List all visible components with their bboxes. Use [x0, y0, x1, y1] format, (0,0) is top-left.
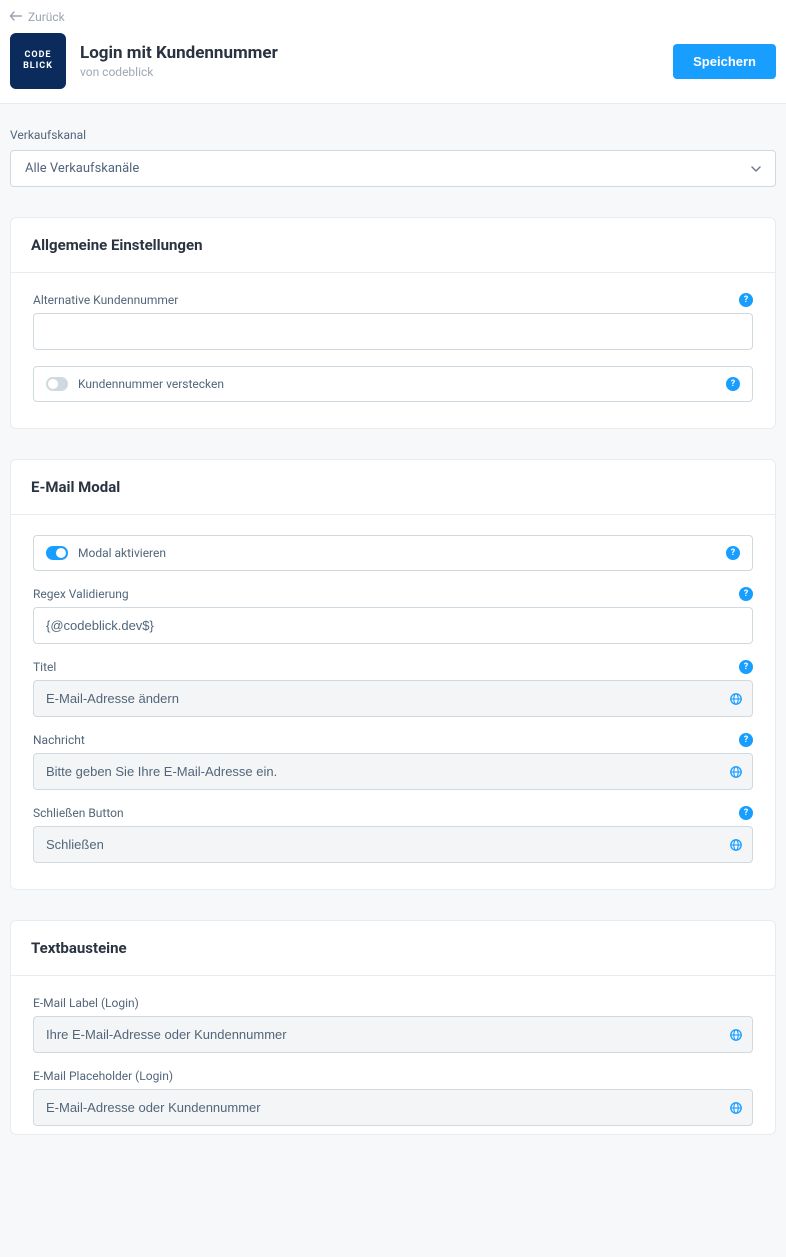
close-button-field: Schließen Button ? [33, 806, 753, 863]
save-button[interactable]: Speichern [673, 44, 776, 79]
help-icon[interactable]: ? [739, 660, 753, 674]
globe-icon[interactable] [729, 765, 743, 779]
chevron-down-icon [751, 166, 761, 172]
alt-customer-number-field: Alternative Kundennummer ? [33, 293, 753, 350]
email-label-login-field: E-Mail Label (Login) [33, 996, 753, 1053]
field-label: Titel [33, 660, 56, 674]
field-label-row: E-Mail Placeholder (Login) [33, 1069, 753, 1083]
field-label: Alternative Kundennummer [33, 293, 178, 307]
input-wrap [33, 680, 753, 717]
card-body: E-Mail Label (Login) E-Mail Placeholder … [11, 976, 775, 1134]
input-wrap [33, 1089, 753, 1126]
titel-input[interactable] [33, 680, 753, 717]
card-general-settings: Allgemeine Einstellungen Alternative Kun… [10, 217, 776, 429]
back-link[interactable]: Zurück [10, 10, 65, 24]
toggle-knob [56, 548, 66, 558]
field-label: Schließen Button [33, 806, 124, 820]
globe-icon[interactable] [729, 692, 743, 706]
card-body: Modal aktivieren ? Regex Validierung ? T… [11, 515, 775, 889]
sales-channel-label: Verkaufskanal [10, 128, 776, 142]
input-wrap [33, 753, 753, 790]
page-subtitle: von codeblick [80, 65, 659, 79]
email-placeholder-login-field: E-Mail Placeholder (Login) [33, 1069, 753, 1126]
field-label: Nachricht [33, 733, 85, 747]
title-block: Login mit Kundennummer von codeblick [80, 43, 659, 79]
toggle-knob [48, 379, 58, 389]
globe-icon[interactable] [729, 838, 743, 852]
alt-customer-number-input[interactable] [33, 313, 753, 350]
toggle-label: Modal aktivieren [78, 546, 166, 560]
toggle-row: Modal aktivieren ? [33, 535, 753, 571]
globe-icon[interactable] [729, 1101, 743, 1115]
field-label: E-Mail Placeholder (Login) [33, 1069, 173, 1083]
regex-input[interactable] [33, 607, 753, 644]
sales-channel-value: Alle Verkaufskanäle [25, 161, 139, 176]
field-label-row: Nachricht ? [33, 733, 753, 747]
field-label: E-Mail Label (Login) [33, 996, 139, 1010]
card-title: Allgemeine Einstellungen [31, 236, 755, 254]
brand-tile-text: CODE BLICK [23, 50, 53, 72]
email-label-login-input[interactable] [33, 1016, 753, 1053]
card-body: Alternative Kundennummer ? Kundennummer … [11, 273, 775, 428]
help-icon[interactable]: ? [739, 806, 753, 820]
toggle-row: Kundennummer verstecken ? [33, 366, 753, 402]
titel-field: Titel ? [33, 660, 753, 717]
field-label-row: Titel ? [33, 660, 753, 674]
close-button-input[interactable] [33, 826, 753, 863]
card-title: Textbausteine [31, 939, 755, 957]
card-header: Allgemeine Einstellungen [11, 218, 775, 273]
card-header: Textbausteine [11, 921, 775, 976]
card-title: E-Mail Modal [31, 478, 755, 496]
toggle-label: Kundennummer verstecken [78, 377, 224, 391]
card-textbausteine: Textbausteine E-Mail Label (Login) E-Mai… [10, 920, 776, 1135]
field-label-row: Schließen Button ? [33, 806, 753, 820]
card-header: E-Mail Modal [11, 460, 775, 515]
page-title: Login mit Kundennummer [80, 43, 659, 63]
header-row: CODE BLICK Login mit Kundennummer von co… [10, 33, 776, 89]
brand-tile: CODE BLICK [10, 33, 66, 89]
help-icon[interactable]: ? [726, 546, 740, 560]
field-label-row: E-Mail Label (Login) [33, 996, 753, 1010]
main-content: Verkaufskanal Alle Verkaufskanäle Allgem… [0, 104, 786, 1155]
activate-modal-field: Modal aktivieren ? [33, 535, 753, 571]
arrow-left-icon [10, 10, 22, 24]
nachricht-field: Nachricht ? [33, 733, 753, 790]
hide-customer-number-toggle[interactable] [46, 377, 68, 391]
input-wrap [33, 826, 753, 863]
page-header: Zurück CODE BLICK Login mit Kundennummer… [0, 0, 786, 104]
sales-channel-select[interactable]: Alle Verkaufskanäle [10, 150, 776, 187]
hide-customer-number-field: Kundennummer verstecken ? [33, 366, 753, 402]
field-label-row: Regex Validierung ? [33, 587, 753, 601]
field-label-row: Alternative Kundennummer ? [33, 293, 753, 307]
back-label: Zurück [28, 10, 65, 24]
globe-icon[interactable] [729, 1028, 743, 1042]
regex-field: Regex Validierung ? [33, 587, 753, 644]
help-icon[interactable]: ? [726, 377, 740, 391]
help-icon[interactable]: ? [739, 733, 753, 747]
help-icon[interactable]: ? [739, 293, 753, 307]
activate-modal-toggle[interactable] [46, 546, 68, 560]
card-email-modal: E-Mail Modal Modal aktivieren ? Regex Va… [10, 459, 776, 890]
input-wrap [33, 1016, 753, 1053]
nachricht-input[interactable] [33, 753, 753, 790]
email-placeholder-login-input[interactable] [33, 1089, 753, 1126]
field-label: Regex Validierung [33, 587, 129, 601]
help-icon[interactable]: ? [739, 587, 753, 601]
